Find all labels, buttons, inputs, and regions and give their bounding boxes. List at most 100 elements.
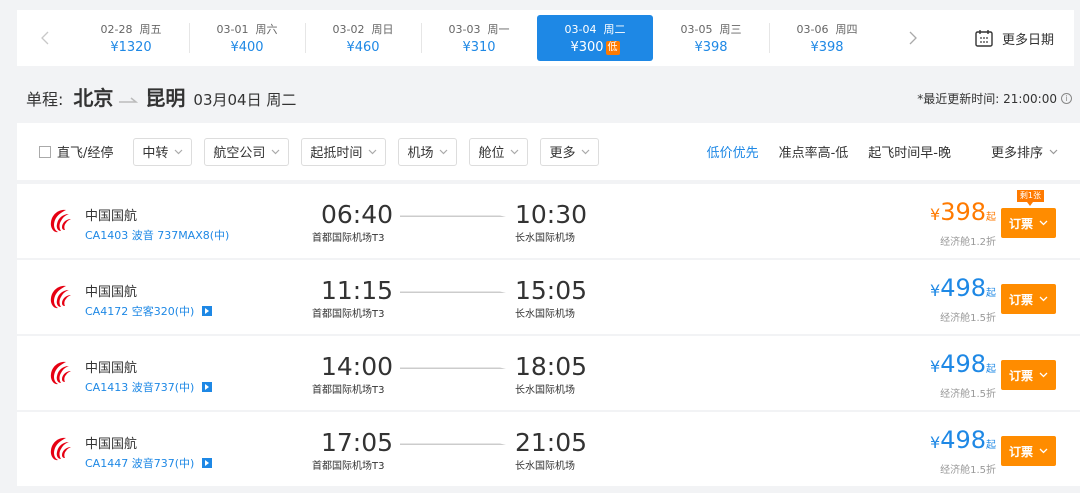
flight-row[interactable]: 中国国航 CA1403 波音 737MAX8(中) 06:40 首都国际机场T3 10:…	[17, 184, 1080, 258]
book-button-label: 订票	[1008, 368, 1033, 383]
air-china-logo-icon	[50, 209, 71, 233]
filter-dropdown[interactable]: 起抵时间	[301, 137, 387, 166]
play-icon[interactable]	[202, 306, 213, 316]
flight-number[interactable]: CA1403 波音 737MAX8(中)	[85, 227, 229, 243]
departure-airport: 首都国际机场T3	[312, 233, 385, 244]
flight-duration-line	[400, 291, 506, 293]
price-value: 498	[940, 350, 986, 378]
flight-row[interactable]: 中国国航 CA4172 空客320(中) 11:15 首都国际机场T3 15:05 长水国…	[17, 260, 1080, 334]
date-tab[interactable]: 03-04 周二 ¥300 低	[537, 15, 653, 61]
flight-number[interactable]: CA1447 波音737(中)	[85, 455, 213, 471]
date-tab[interactable]: 03-03 周一 ¥310	[421, 15, 537, 61]
date-tab-price: ¥398	[694, 40, 728, 55]
chevron-right-icon[interactable]	[885, 10, 941, 66]
filter-dropdown[interactable]: 机场	[398, 137, 458, 166]
sort-low-price[interactable]: 低价优先	[707, 142, 759, 161]
date-tab-date: 03-01 周六	[216, 23, 278, 36]
price-value: 498	[940, 274, 986, 302]
price-from-label: 起	[986, 440, 996, 451]
filter-dropdown-label: 机场	[407, 146, 434, 161]
departure: 17:05 首都国际机场T3	[312, 428, 393, 472]
arrival: 18:05 长水国际机场	[515, 352, 615, 396]
chevron-left-icon[interactable]	[17, 10, 73, 66]
filter-dropdown-label: 更多	[549, 146, 576, 161]
flight-row[interactable]: 中国国航 CA1447 波音737(中) 17:05 首都国际机场T3 21:05 长水国…	[17, 412, 1080, 486]
date-tab[interactable]: 02-28 周五 ¥1320	[73, 15, 189, 61]
sort-options: 低价优先 准点率高-低 起飞时间早-晚 更多排序	[687, 142, 1080, 161]
price-value: 398	[940, 198, 986, 226]
book-button[interactable]: 订票	[1001, 208, 1056, 238]
direct-flight-filter[interactable]: 直飞/经停	[39, 142, 113, 161]
date-tab-date: 03-06 周四	[796, 23, 858, 36]
book-button-label: 订票	[1008, 292, 1033, 307]
filter-dropdown-label: 起抵时间	[310, 146, 363, 161]
chevron-down-icon	[1049, 149, 1058, 154]
seats-left-badge: 剩1张	[1016, 190, 1044, 206]
airline-name: 中国国航	[85, 437, 138, 452]
flight-duration-line	[400, 443, 506, 445]
lowest-price-badge: 低	[605, 41, 620, 55]
book-button[interactable]: 订票	[1001, 360, 1056, 390]
departure-time: 14:00	[320, 352, 393, 381]
flight-number-text: CA4172 空客320(中)	[85, 305, 195, 318]
chevron-down-icon	[582, 149, 590, 154]
arrival-airport: 长水国际机场	[515, 385, 575, 396]
date-tab[interactable]: 03-02 周日 ¥460	[305, 15, 421, 61]
arrival-time: 18:05	[515, 352, 588, 381]
sort-more[interactable]: 更多排序	[971, 142, 1058, 161]
info-icon[interactable]: i	[1061, 93, 1072, 104]
flight-duration-line	[400, 367, 506, 369]
price-from-label: 起	[986, 288, 996, 299]
arrival-airport: 长水国际机场	[515, 233, 575, 244]
filter-dropdown-label: 中转	[142, 146, 169, 161]
date-tab-date: 03-03 周一	[448, 23, 510, 36]
arrival-airport: 长水国际机场	[515, 461, 575, 472]
chevron-down-icon	[1039, 296, 1048, 302]
departure-time: 17:05	[320, 428, 393, 457]
arrival-time: 21:05	[515, 428, 588, 457]
air-china-logo-icon	[50, 285, 71, 309]
flight-number[interactable]: CA1413 波音737(中)	[85, 379, 213, 395]
date-tab[interactable]: 03-05 周三 ¥398	[653, 15, 769, 61]
airline-name: 中国国航	[85, 361, 138, 376]
air-china-logo-icon	[50, 437, 71, 461]
flight-row[interactable]: 中国国航 CA1413 波音737(中) 14:00 首都国际机场T3 18:05 长水国…	[17, 336, 1080, 410]
filter-dropdown[interactable]: 更多	[540, 137, 600, 166]
flight-number-text: CA1403 波音 737MAX8(中)	[85, 229, 230, 242]
book-button[interactable]: 订票	[1001, 284, 1056, 314]
more-dates-button[interactable]: 更多日期	[974, 28, 1074, 48]
sort-departure[interactable]: 起飞时间早-晚	[868, 142, 951, 161]
departure: 06:40 首都国际机场T3	[312, 200, 393, 244]
filter-dropdown[interactable]: 航空公司	[204, 137, 290, 166]
play-icon[interactable]	[202, 382, 213, 392]
direct-label: 直飞/经停	[57, 146, 114, 161]
date-tab-price: ¥300 低	[570, 40, 620, 55]
date-tab-date: 03-02 周日	[332, 23, 394, 36]
book-button[interactable]: 订票	[1001, 436, 1056, 466]
play-icon[interactable]	[202, 458, 213, 468]
filter-dropdown[interactable]: 舱位	[469, 137, 529, 166]
departure-time: 06:40	[320, 200, 393, 229]
update-time-text: *最近更新时间: 21:00:00	[917, 92, 1057, 106]
sort-on-time[interactable]: 准点率高-低	[779, 142, 849, 161]
departure-airport: 首都国际机场T3	[312, 309, 385, 320]
flight-number[interactable]: CA4172 空客320(中)	[85, 303, 213, 319]
date-tab[interactable]: 03-06 周四 ¥398	[769, 15, 885, 61]
price-from-label: 起	[986, 364, 996, 375]
date-tab[interactable]: 03-01 周六 ¥400	[189, 15, 305, 61]
route-arrow-icon	[119, 97, 139, 103]
currency-symbol: ¥	[930, 281, 941, 300]
arrival-airport: 长水国际机场	[515, 309, 575, 320]
date-tab-date: 03-04 周二	[564, 23, 626, 36]
arrival: 15:05 长水国际机场	[515, 276, 615, 320]
direct-checkbox[interactable]	[39, 145, 51, 158]
book-button-label: 订票	[1008, 216, 1033, 231]
chevron-down-icon	[1039, 448, 1048, 454]
chevron-down-icon	[511, 149, 519, 154]
flight-duration-line	[400, 215, 506, 217]
route-header: 单程: 北京 昆明 03月04日 周二	[26, 82, 296, 111]
filter-dropdown[interactable]: 中转	[133, 137, 193, 166]
date-tab-price: ¥460	[346, 40, 380, 55]
book-button-label: 订票	[1008, 444, 1033, 459]
more-dates-label: 更多日期	[1002, 32, 1055, 48]
